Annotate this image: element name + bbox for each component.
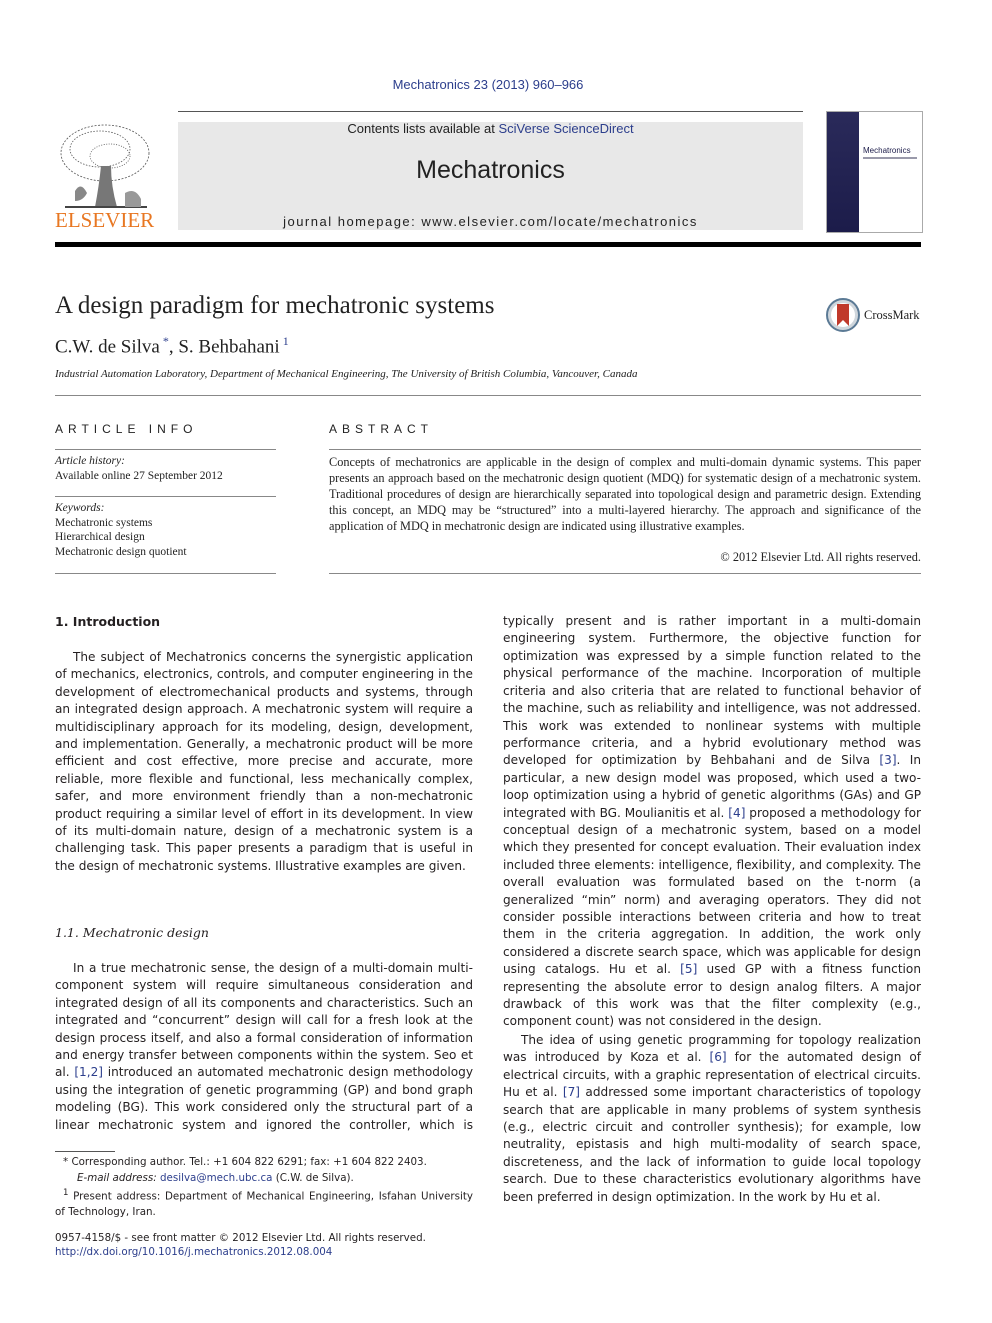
reference-link[interactable]: [1,2] (74, 1065, 103, 1079)
history-label: Article history: (55, 455, 125, 467)
abstract-rule (329, 449, 921, 450)
intro-paragraph: The subject of Mechatronics concerns the… (55, 649, 473, 875)
homepage-url-link[interactable]: www.elsevier.com/locate/mechatronics (421, 214, 698, 229)
text-run: addressed some important characteristics… (503, 1085, 921, 1204)
footnote-mark: 1 (63, 1188, 69, 1198)
article-history: Article history: Available online 27 Sep… (55, 454, 223, 483)
email-link[interactable]: desilva@mech.ubc.ca (160, 1172, 272, 1184)
crossmark-label: CrossMark (864, 308, 920, 322)
history-value: Available online 27 September 2012 (55, 469, 223, 482)
paragraph-text: The subject of Mechatronics concerns the… (55, 650, 473, 873)
header-bottom-rule (55, 242, 921, 247)
abstract-heading: ABSTRACT (329, 422, 434, 436)
paragraph-text: In a true mechatronic sense, the design … (55, 960, 473, 1134)
issn-line: 0957-4158/$ - see front matter © 2012 El… (55, 1232, 426, 1244)
contents-line: Contents lists available at SciVerse Sci… (178, 121, 803, 136)
article-info-rule (55, 449, 276, 450)
reference-link[interactable]: [3] (879, 753, 896, 767)
text-run: proposed a methodology for conceptual de… (503, 805, 921, 977)
affiliation: Industrial Automation Laboratory, Depart… (55, 368, 638, 380)
author-footnote-mark[interactable]: 1 (283, 334, 289, 348)
footnote-text: Corresponding author. Tel.: +1 604 822 6… (71, 1156, 427, 1168)
keyword-item: Mechatronic design quotient (55, 545, 187, 558)
contents-prefix: Contents lists available at (347, 121, 499, 136)
keywords-rule (55, 496, 276, 497)
cover-band (827, 112, 859, 232)
citation-link[interactable]: Mechatronics 23 (2013) 960–966 (393, 77, 584, 92)
footnote-mark: * (63, 1156, 69, 1168)
footnote-rule (55, 1151, 115, 1152)
journal-cover-thumbnail[interactable]: Mechatronics (826, 111, 923, 233)
reference-link[interactable]: [4] (728, 806, 745, 820)
keyword-item: Hierarchical design (55, 531, 145, 543)
header-top-rule (178, 111, 803, 112)
footnote-present-address: 1 Present address: Department of Mechani… (55, 1186, 473, 1220)
article-info-bottom-rule (55, 573, 276, 574)
homepage-prefix: journal homepage: (283, 214, 422, 229)
footnote-text: Present address: Department of Mechanica… (55, 1190, 473, 1218)
paragraph-text-continued: In a true mechatronic sense, the design … (503, 614, 921, 1031)
reference-link[interactable]: [7] (563, 1085, 580, 1099)
journal-title: Mechatronics (416, 156, 565, 184)
mechatronic-design-paragraph-left: In a true mechatronic sense, the design … (55, 960, 473, 1134)
cover-title: Mechatronics (863, 146, 911, 155)
journal-citation[interactable]: Mechatronics 23 (2013) 960–966 (0, 77, 976, 92)
crossmark-icon (826, 298, 860, 332)
abstract-copyright: © 2012 Elsevier Ltd. All rights reserved… (720, 550, 921, 564)
keyword-item: Mechatronic systems (55, 516, 153, 529)
elsevier-wordmark: ELSEVIER (55, 208, 155, 232)
doi-link[interactable]: http://dx.doi.org/10.1016/j.mechatronics… (55, 1246, 332, 1258)
footnote-email: E-mail address: desilva@mech.ubc.ca (C.W… (55, 1171, 473, 1187)
reference-link[interactable]: [5] (680, 962, 697, 976)
affiliation-rule (55, 395, 921, 396)
subsection-heading-mechatronic-design: 1.1. Mechatronic design (55, 925, 209, 940)
article-info-heading: ARTICLE INFO (55, 422, 198, 436)
footnote-corresponding: * Corresponding author. Tel.: +1 604 822… (55, 1155, 473, 1171)
text-run: In a true mechatronic sense, the design … (55, 961, 473, 1080)
crossmark-badge[interactable]: CrossMark (826, 298, 926, 334)
paragraph-text: The idea of using genetic programming fo… (503, 1032, 921, 1206)
author-separator: , (168, 336, 179, 358)
keywords-block: Keywords: Mechatronic systems Hierarchic… (55, 501, 187, 559)
abstract-text: Concepts of mechatronics are applicable … (329, 455, 921, 533)
text-run: introduced an automated mechatronic desi… (503, 614, 921, 768)
journal-homepage: journal homepage: www.elsevier.com/locat… (178, 214, 803, 229)
footnotes: * Corresponding author. Tel.: +1 604 822… (55, 1155, 473, 1220)
author-name[interactable]: C.W. de Silva (55, 336, 160, 357)
author-name[interactable]: S. Behbahani (178, 336, 279, 357)
mechatronic-design-paragraph-right: In a true mechatronic sense, the design … (503, 614, 921, 1032)
text-run: introduced an automated mechatronic desi… (55, 1065, 473, 1132)
keywords-label: Keywords: (55, 502, 105, 514)
front-matter: 0957-4158/$ - see front matter © 2012 El… (55, 1231, 485, 1259)
topology-paragraph: The idea of using genetic programming fo… (503, 1032, 921, 1206)
reference-link[interactable]: [6] (710, 1050, 727, 1064)
author-list: C.W. de Silva *, S. Behbahani 1 (55, 334, 289, 358)
article-title: A design paradigm for mechatronic system… (55, 292, 495, 319)
email-label: E-mail address: (77, 1171, 160, 1184)
section-heading-introduction: 1. Introduction (55, 614, 161, 629)
email-suffix: (C.W. de Silva). (272, 1171, 354, 1184)
abstract-bottom-rule (329, 573, 921, 574)
cover-subtitle-bar (863, 157, 917, 159)
sciencedirect-link[interactable]: SciVerse ScienceDirect (498, 121, 633, 136)
elsevier-tree-icon (60, 124, 150, 208)
